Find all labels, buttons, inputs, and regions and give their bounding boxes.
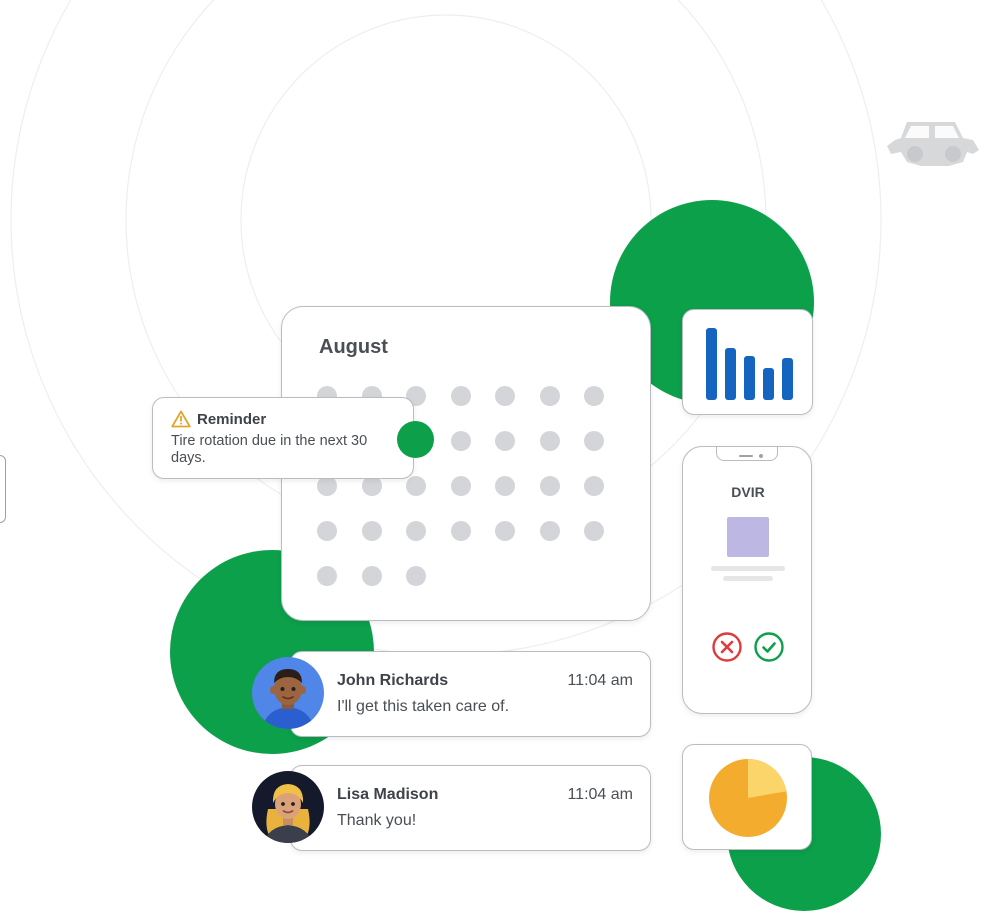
calendar-day[interactable] bbox=[584, 476, 604, 496]
calendar-day[interactable] bbox=[584, 431, 604, 451]
message-card[interactable]: Lisa Madison 11:04 am Thank you! bbox=[290, 765, 651, 851]
calendar-day[interactable] bbox=[361, 521, 382, 541]
bar-chart-icon bbox=[706, 328, 793, 400]
calendar-day[interactable] bbox=[450, 431, 471, 451]
phone-notch bbox=[716, 447, 778, 461]
calendar-day[interactable] bbox=[584, 521, 604, 541]
reminder-title: Reminder bbox=[197, 410, 267, 428]
bar-chart-card[interactable] bbox=[682, 309, 813, 415]
calendar-day[interactable] bbox=[539, 431, 560, 451]
calendar-day[interactable] bbox=[539, 386, 560, 406]
reminder-text: Tire rotation due in the next 30 days. bbox=[171, 433, 368, 466]
calendar-day[interactable] bbox=[450, 476, 471, 496]
offroad-vehicle-icon bbox=[887, 122, 979, 166]
image-placeholder bbox=[727, 517, 769, 557]
phone-speaker bbox=[739, 455, 753, 457]
warning-icon bbox=[171, 410, 191, 428]
avatar-john-icon bbox=[252, 657, 324, 729]
reminder-card[interactable]: Reminder Tire rotation due in the next 3… bbox=[152, 397, 414, 479]
dvir-phone-card: DVIR bbox=[682, 446, 812, 714]
text-placeholder-line bbox=[723, 576, 773, 581]
calendar-day[interactable] bbox=[539, 521, 560, 541]
message-time: 11:04 am bbox=[567, 672, 633, 689]
x-circle-icon[interactable] bbox=[711, 631, 743, 663]
partial-card-edge bbox=[0, 455, 6, 523]
calendar-day[interactable] bbox=[450, 386, 471, 406]
message-card[interactable]: John Richards 11:04 am I'll get this tak… bbox=[290, 651, 651, 737]
pie-chart-card[interactable] bbox=[682, 744, 812, 850]
calendar-day[interactable] bbox=[361, 566, 382, 586]
calendar-day[interactable] bbox=[539, 476, 560, 496]
calendar-day[interactable] bbox=[584, 386, 604, 406]
pie-chart-icon bbox=[709, 759, 787, 837]
phone-camera bbox=[759, 454, 763, 458]
avatar[interactable] bbox=[252, 657, 324, 729]
avatar-lisa-icon bbox=[252, 771, 324, 843]
sender-name: John Richards bbox=[337, 672, 449, 689]
calendar-day[interactable] bbox=[406, 476, 426, 496]
calendar-day[interactable] bbox=[361, 476, 382, 496]
calendar-day-highlighted[interactable] bbox=[397, 421, 434, 458]
calendar-day[interactable] bbox=[495, 431, 515, 451]
calendar-day[interactable] bbox=[317, 521, 337, 541]
message-text: I'll get this taken care of. bbox=[337, 698, 510, 715]
message-text: Thank you! bbox=[337, 812, 417, 829]
calendar-month: August bbox=[319, 336, 388, 358]
calendar-day[interactable] bbox=[495, 386, 515, 406]
avatar[interactable] bbox=[252, 771, 324, 843]
calendar-day[interactable] bbox=[495, 476, 515, 496]
calendar-day[interactable] bbox=[317, 566, 337, 586]
sender-name: Lisa Madison bbox=[337, 786, 439, 803]
calendar-day[interactable] bbox=[495, 521, 515, 541]
text-placeholder-line bbox=[711, 566, 785, 571]
calendar-day[interactable] bbox=[406, 566, 426, 586]
message-time: 11:04 am bbox=[567, 786, 633, 803]
calendar-day[interactable] bbox=[317, 476, 337, 496]
calendar-day[interactable] bbox=[406, 521, 426, 541]
calendar-day[interactable] bbox=[450, 521, 471, 541]
check-circle-icon[interactable] bbox=[753, 631, 785, 663]
dvir-title: DVIR bbox=[731, 484, 765, 500]
